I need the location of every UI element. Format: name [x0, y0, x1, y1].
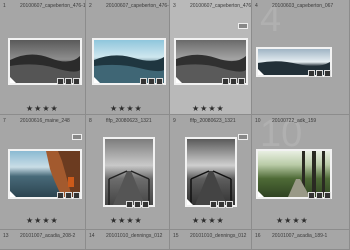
cell-filename: 20100603_capeberton_067 [272, 3, 334, 9]
cell-index: 1 [3, 3, 6, 9]
cell-filename: 20101007_acadia_189-1 [272, 233, 328, 239]
badge-icon [73, 192, 80, 199]
badge-icon [230, 78, 237, 85]
cell-filename: 20100607_capeberton_476-1 [106, 3, 170, 9]
rating-stars[interactable]: ★★★★ [26, 104, 59, 113]
thumbnail-badges [126, 201, 149, 208]
cell-index: 15 [173, 233, 179, 239]
flag-corner-icon [258, 191, 264, 197]
badge-icon [57, 192, 64, 199]
badge-icon [57, 78, 64, 85]
landscape-color-image [94, 55, 164, 83]
badge-icon [218, 201, 225, 208]
grid-cell-8[interactable]: 8 flfp_20080623_1321 ★★★★ [86, 115, 170, 230]
cell-index: 8 [89, 118, 92, 124]
cell-filename: 20101010_dennings_012 [106, 233, 163, 239]
rating-stars[interactable]: ★★★★ [192, 104, 225, 113]
cell-index: 10 [255, 118, 261, 124]
cell-index: 4 [255, 3, 258, 9]
badge-icon [156, 78, 163, 85]
flag-corner-icon [94, 77, 100, 83]
badge-icon [316, 70, 323, 77]
grid-cell-15[interactable]: 15 20101010_dennings_012 [170, 230, 252, 250]
cell-filename: flfp_20080623_1321 [106, 118, 152, 124]
badge-icon [324, 192, 331, 199]
landscape-bw-image [176, 54, 246, 83]
badge-icon [65, 192, 72, 199]
badge-icon [222, 78, 229, 85]
grid-cell-3[interactable]: 3 20100607_capeberton_476-1 ★★★★ [170, 0, 252, 115]
grid-cell-16[interactable]: 16 20101007_acadia_189-1 [252, 230, 350, 250]
cell-filename: 20101007_acadia_208-2 [20, 233, 76, 239]
badge-icon [316, 192, 323, 199]
cell-filename: 20100722_adk_159 [272, 118, 317, 124]
grid-cell-4[interactable]: 4 4 20100603_capeberton_067 [252, 0, 350, 115]
cell-index: 13 [3, 233, 9, 239]
landscape-bw-image [10, 54, 80, 83]
badge-icon [226, 201, 233, 208]
flag-corner-icon [176, 77, 182, 83]
badge-icon [134, 201, 141, 208]
stack-icon[interactable] [72, 134, 82, 140]
cell-filename: 20100607_capeberton_476-1 [20, 3, 86, 9]
cell-index: 7 [3, 118, 6, 124]
thumbnail[interactable] [185, 137, 237, 207]
badge-icon [238, 78, 245, 85]
forest-path-image [288, 151, 325, 197]
boardwalk-bw-image [108, 170, 150, 205]
grid-cell-1[interactable]: 1 20100607_capeberton_476-1 ★★★★ [0, 0, 86, 115]
grid-cell-14[interactable]: 14 20101010_dennings_012 [86, 230, 170, 250]
badge-icon [140, 78, 147, 85]
thumbnail-badges [57, 78, 80, 85]
grid-cell-7[interactable]: 7 20100616_maine_248 ★★★★ [0, 115, 86, 230]
cell-index: 14 [89, 233, 95, 239]
flag-corner-icon [10, 77, 16, 83]
rating-stars[interactable]: ★★★★ [26, 216, 59, 225]
cell-index: 16 [255, 233, 261, 239]
cell-filename: flfp_20080623_1321 [190, 118, 236, 124]
flag-corner-icon [10, 191, 16, 197]
cell-filename: 20100607_capeberton_476-1 [190, 3, 252, 9]
boardwalk-bw-image [190, 170, 232, 205]
badge-icon [142, 201, 149, 208]
filmstrip-grid: 1 20100607_capeberton_476-1 ★★★★ 2 20100… [0, 0, 350, 250]
coastline-image [46, 151, 80, 197]
stack-icon[interactable] [238, 23, 248, 29]
thumbnail-badges [57, 192, 80, 199]
badge-icon [73, 78, 80, 85]
thumbnail-badges [140, 78, 163, 85]
grid-cell-13[interactable]: 13 20101007_acadia_208-2 [0, 230, 86, 250]
badge-icon [148, 78, 155, 85]
thumbnail-badges [222, 78, 245, 85]
grid-cell-9[interactable]: 9 flfp_20080623_1321 ★★★★ [170, 115, 252, 230]
cell-index: 2 [89, 3, 92, 9]
grid-cell-10[interactable]: 10 10 20100722_adk_159 ★★★★ [252, 115, 350, 230]
flag-corner-icon [258, 69, 264, 75]
cell-index: 3 [173, 3, 176, 9]
grid-cell-2[interactable]: 2 20100607_capeberton_476-1 ★★★★ [86, 0, 170, 115]
badge-icon [210, 201, 217, 208]
badge-icon [308, 192, 315, 199]
stack-icon[interactable] [238, 134, 248, 140]
thumbnail-badges [308, 70, 331, 77]
cell-filename: 20101010_dennings_012 [190, 233, 247, 239]
rating-stars[interactable]: ★★★★ [110, 216, 143, 225]
badge-icon [126, 201, 133, 208]
rating-stars[interactable]: ★★★★ [192, 216, 225, 225]
rating-stars[interactable]: ★★★★ [110, 104, 143, 113]
cell-filename: 20100616_maine_248 [20, 118, 70, 124]
badge-icon [324, 70, 331, 77]
badge-icon [308, 70, 315, 77]
rating-stars[interactable]: ★★★★ [276, 216, 309, 225]
thumbnail[interactable] [103, 137, 155, 207]
thumbnail-badges [210, 201, 233, 208]
thumbnail-badges [308, 192, 331, 199]
badge-icon [65, 78, 72, 85]
cell-index: 9 [173, 118, 176, 124]
flag-corner-icon [187, 199, 193, 205]
